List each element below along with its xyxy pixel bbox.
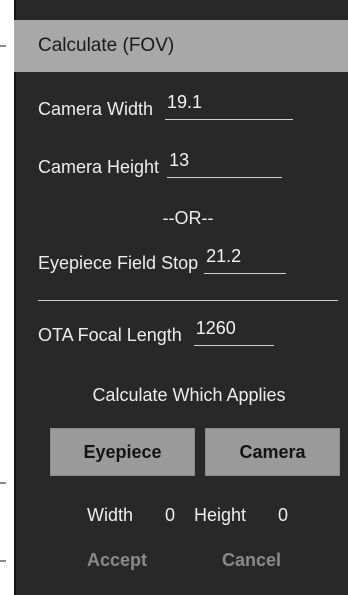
cancel-button[interactable]: Cancel bbox=[222, 550, 281, 571]
width-result-value: 0 bbox=[165, 505, 176, 525]
camera-width-label: Camera Width bbox=[38, 99, 154, 119]
eyepiece-button[interactable]: Eyepiece bbox=[50, 428, 195, 476]
eyepiece-field-stop-row: Eyepiece Field Stop 21.2 bbox=[38, 246, 287, 274]
panel-title: Calculate (FOV) bbox=[14, 20, 348, 72]
fov-panel bbox=[14, 0, 348, 595]
edge-mark bbox=[0, 482, 6, 484]
divider bbox=[38, 300, 338, 301]
ota-focal-length-row: OTA Focal Length 1260 bbox=[38, 318, 274, 346]
eyepiece-field-stop-label: Eyepiece Field Stop bbox=[38, 253, 199, 273]
width-result-label: Width bbox=[87, 505, 134, 525]
height-result-label: Height bbox=[194, 505, 247, 525]
eyepiece-field-stop-input[interactable]: 21.2 bbox=[204, 246, 287, 274]
or-separator: --OR-- bbox=[162, 208, 214, 228]
camera-button[interactable]: Camera bbox=[205, 428, 340, 476]
camera-width-input[interactable]: 19.1 bbox=[165, 92, 294, 120]
camera-height-label: Camera Height bbox=[38, 157, 160, 177]
camera-height-input[interactable]: 13 bbox=[167, 150, 283, 178]
camera-height-row: Camera Height 13 bbox=[38, 150, 283, 178]
ota-focal-length-input[interactable]: 1260 bbox=[193, 318, 274, 346]
edge-mark bbox=[0, 45, 6, 47]
edge-mark bbox=[0, 560, 6, 562]
accept-button[interactable]: Accept bbox=[87, 550, 147, 571]
ota-focal-length-label: OTA Focal Length bbox=[38, 325, 182, 345]
height-result-value: 0 bbox=[278, 505, 289, 525]
calculate-prompt: Calculate Which Applies bbox=[92, 385, 286, 405]
camera-width-row: Camera Width 19.1 bbox=[38, 92, 294, 120]
